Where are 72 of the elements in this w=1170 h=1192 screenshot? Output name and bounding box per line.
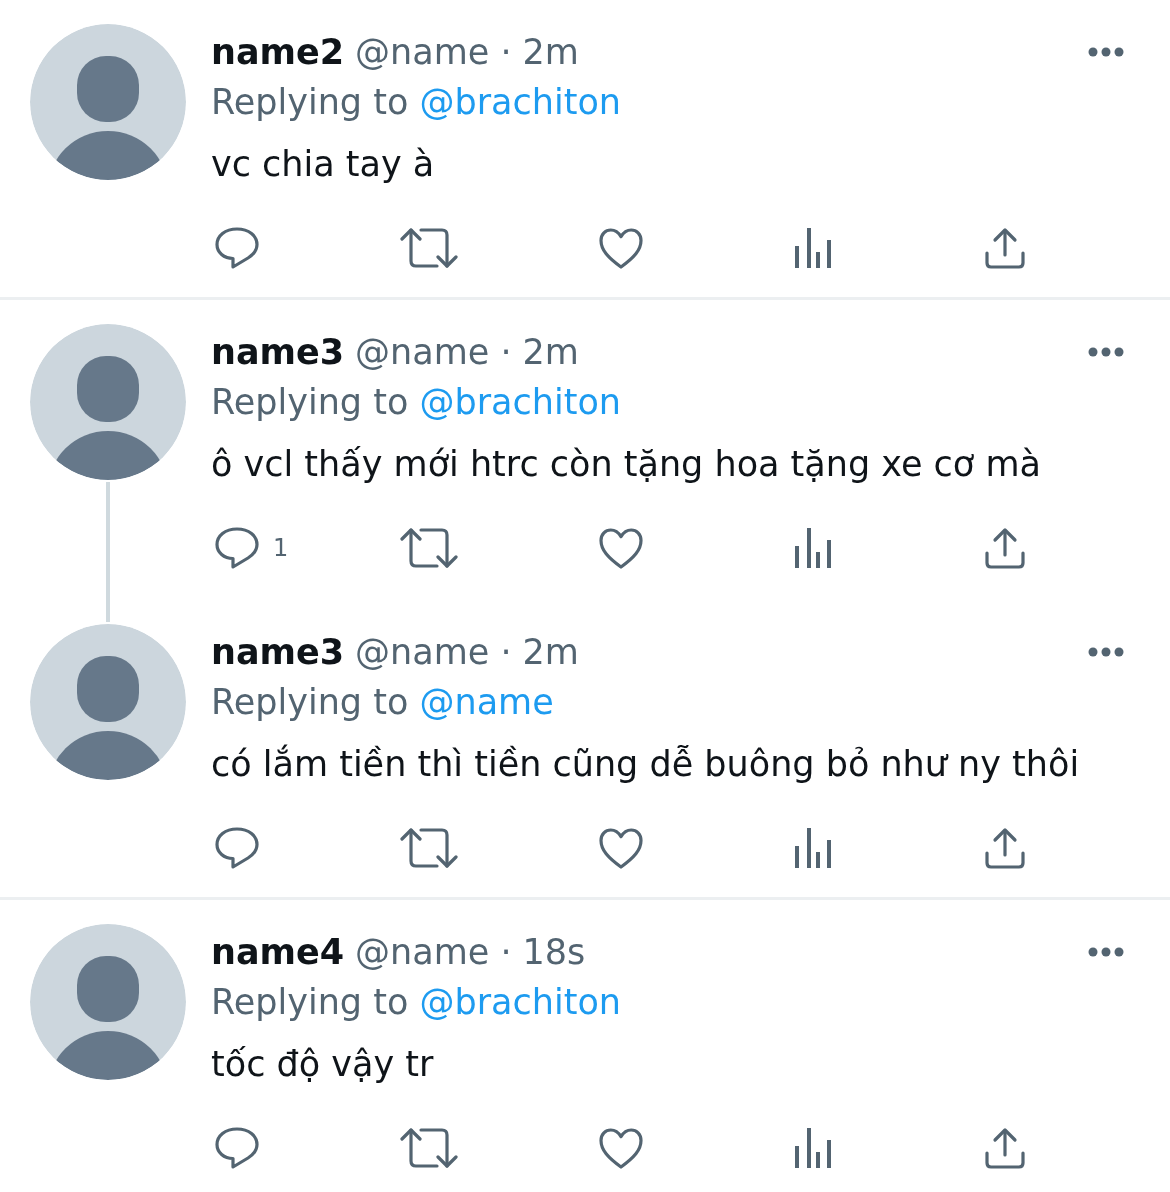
views-button[interactable] bbox=[794, 226, 832, 270]
speech-bubble-icon bbox=[214, 826, 260, 870]
share-icon bbox=[984, 527, 1026, 569]
share-icon bbox=[984, 827, 1026, 869]
more-dots-icon bbox=[1088, 347, 1124, 357]
more-dots-icon bbox=[1088, 947, 1124, 957]
display-name[interactable]: name3 bbox=[211, 627, 345, 677]
person-silhouette-icon[interactable] bbox=[30, 324, 186, 480]
share-icon bbox=[984, 227, 1026, 269]
repost-arrows-icon bbox=[400, 826, 458, 870]
heart-icon bbox=[598, 526, 644, 570]
user-handle: @name bbox=[355, 631, 490, 674]
share-icon bbox=[984, 1127, 1026, 1169]
reply-button[interactable] bbox=[214, 226, 260, 270]
user-handle: @name bbox=[355, 331, 490, 374]
display-name[interactable]: name2 bbox=[211, 27, 345, 77]
reply-button[interactable] bbox=[214, 1126, 260, 1170]
separator-dot: · bbox=[500, 931, 512, 974]
replying-to-text: Replying to @brachiton bbox=[211, 81, 622, 124]
person-silhouette-icon[interactable] bbox=[30, 24, 186, 180]
replying-to-text: Replying to @brachiton bbox=[211, 381, 622, 424]
heart-icon bbox=[598, 1126, 644, 1170]
share-button[interactable] bbox=[984, 1127, 1026, 1169]
reply-button[interactable]: 1 bbox=[214, 526, 289, 570]
user-handle: @name bbox=[355, 31, 490, 74]
views-button[interactable] bbox=[794, 1126, 832, 1170]
timestamp[interactable]: 2m bbox=[522, 327, 579, 377]
user-handle: @name bbox=[355, 931, 490, 974]
speech-bubble-icon bbox=[214, 526, 260, 570]
bar-chart-icon bbox=[794, 526, 832, 570]
bar-chart-icon bbox=[794, 826, 832, 870]
share-button[interactable] bbox=[984, 227, 1026, 269]
repost-arrows-icon bbox=[400, 226, 458, 270]
person-silhouette-icon[interactable] bbox=[30, 624, 186, 780]
repost-button[interactable] bbox=[400, 826, 458, 870]
speech-bubble-icon bbox=[214, 226, 260, 270]
tweet-text: tốc độ vậy tr bbox=[211, 1043, 435, 1086]
heart-icon bbox=[598, 226, 644, 270]
speech-bubble-icon bbox=[214, 1126, 260, 1170]
repost-button[interactable] bbox=[400, 1126, 458, 1170]
replying-to-text: Replying to @name bbox=[211, 681, 555, 724]
views-button[interactable] bbox=[794, 526, 832, 570]
bar-chart-icon bbox=[794, 226, 832, 270]
like-button[interactable] bbox=[598, 826, 644, 870]
share-button[interactable] bbox=[984, 527, 1026, 569]
separator-dot: · bbox=[500, 631, 512, 674]
tweet-text: vc chia tay à bbox=[211, 143, 436, 186]
like-button[interactable] bbox=[598, 526, 644, 570]
person-silhouette-icon[interactable] bbox=[30, 924, 186, 1080]
display-name[interactable]: name4 bbox=[211, 927, 345, 977]
repost-arrows-icon bbox=[400, 1126, 458, 1170]
separator-dot: · bbox=[500, 331, 512, 374]
heart-icon bbox=[598, 826, 644, 870]
views-button[interactable] bbox=[794, 826, 832, 870]
display-name[interactable]: name3 bbox=[211, 327, 345, 377]
timestamp[interactable]: 18s bbox=[522, 927, 586, 977]
reply-button[interactable] bbox=[214, 826, 260, 870]
timestamp[interactable]: 2m bbox=[522, 627, 579, 677]
timestamp[interactable]: 2m bbox=[522, 27, 579, 77]
repost-button[interactable] bbox=[400, 226, 458, 270]
tweet-text: ô vcl thấy mới htrc còn tặng hoa tặng xe cơ mà bbox=[211, 443, 1042, 486]
share-button[interactable] bbox=[984, 827, 1026, 869]
tweet-text: có lắm tiền thì tiền cũng dễ buông bỏ như ny thôi bbox=[211, 743, 1081, 786]
bar-chart-icon bbox=[794, 1126, 832, 1170]
like-button[interactable] bbox=[598, 1126, 644, 1170]
repost-button[interactable] bbox=[400, 526, 458, 570]
separator-dot: · bbox=[500, 31, 512, 74]
more-dots-icon bbox=[1088, 647, 1124, 657]
replying-to-text: Replying to @brachiton bbox=[211, 981, 622, 1024]
repost-arrows-icon bbox=[400, 526, 458, 570]
like-button[interactable] bbox=[598, 226, 644, 270]
more-dots-icon bbox=[1088, 47, 1124, 57]
